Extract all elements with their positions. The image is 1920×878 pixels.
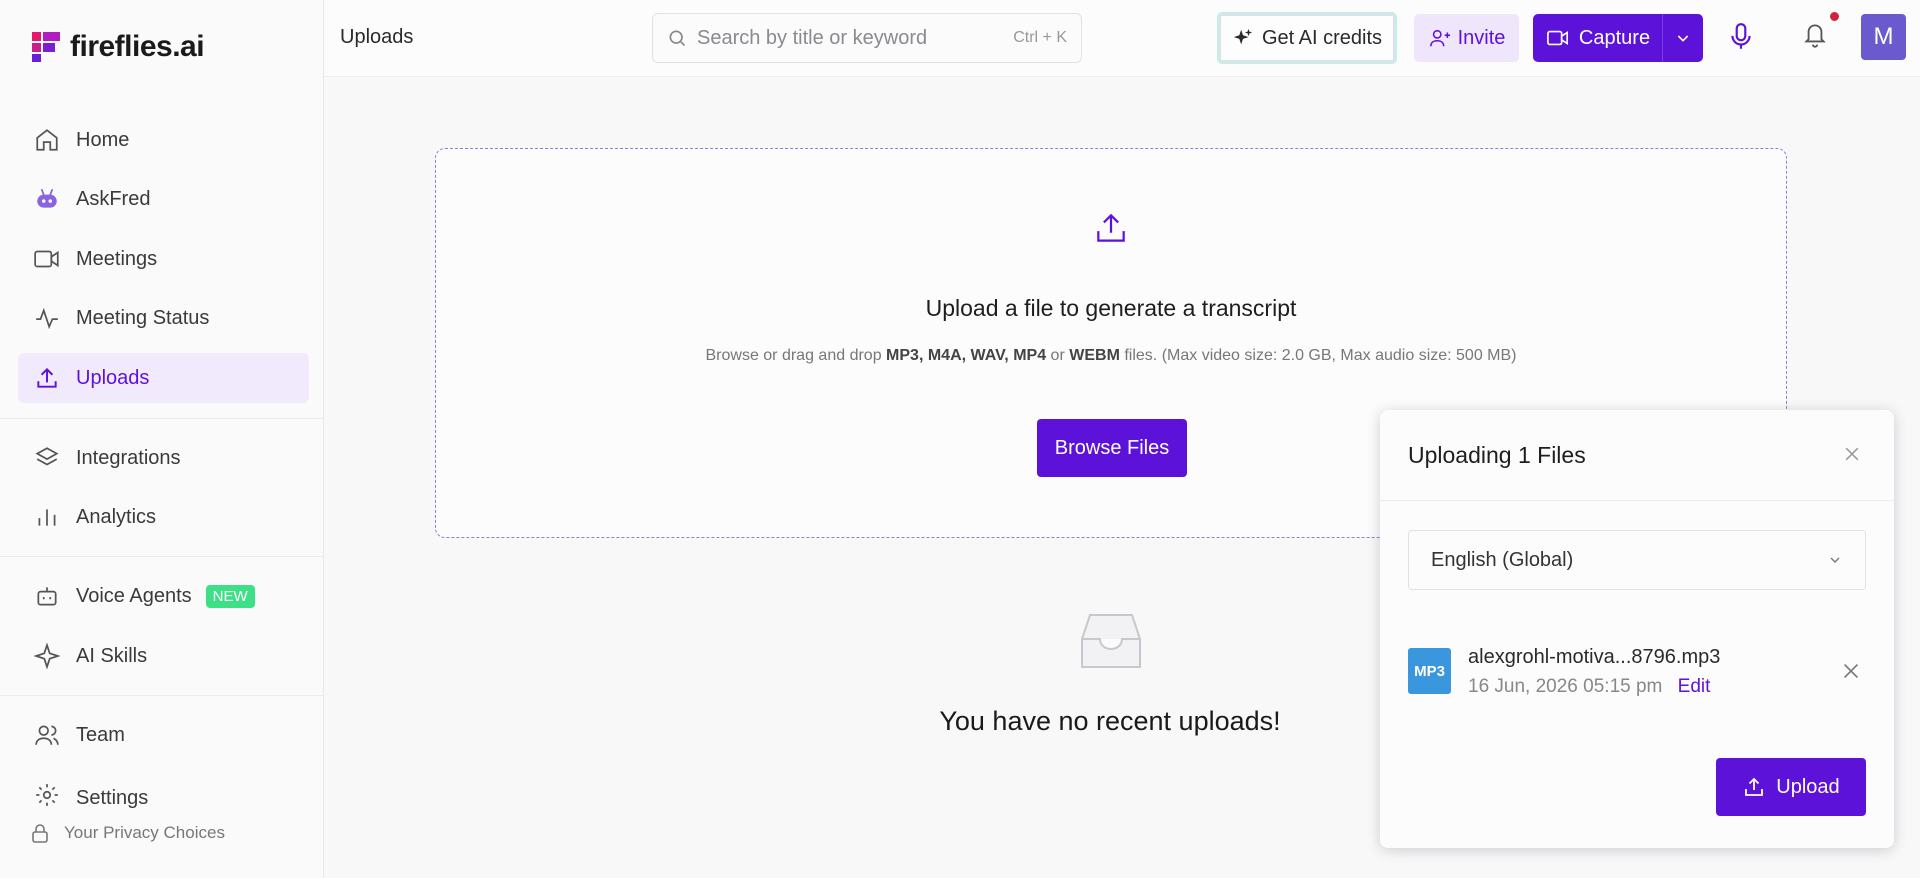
sidebar-item-label: Voice Agents [76,584,192,607]
edit-file-link[interactable]: Edit [1678,676,1711,697]
upload-icon [1092,209,1130,252]
empty-tray-icon [1076,611,1146,676]
dropzone-sub-prefix: Browse or drag and drop [705,347,882,364]
sidebar-item-askfred[interactable]: AskFred [18,174,309,224]
empty-state-text: You have no recent uploads! [939,706,1281,736]
dropzone-formats: MP3, M4A, WAV, MP4 [886,347,1047,364]
browse-files-button[interactable]: Browse Files [1037,419,1187,477]
privacy-choices-link[interactable]: Your Privacy Choices [30,822,225,844]
new-badge: NEW [205,584,255,608]
sidebar-item-home[interactable]: Home [18,115,309,165]
capture-main[interactable]: Capture [1533,14,1663,62]
search-shortcut: Ctrl + K [1013,29,1067,46]
sidebar-divider [0,556,324,557]
sidebar-item-label: Settings [76,787,149,809]
upload-panel: Uploading 1 Files English (Global) MP3 a… [1380,410,1894,848]
close-icon [1845,447,1859,461]
dropzone-title: Upload a file to generate a transcript [925,295,1297,321]
users-icon [32,720,62,750]
sidebar-item-label: AI Skills [76,644,148,667]
capture-button[interactable]: Capture [1533,14,1703,62]
search-placeholder: Search by title or keyword [697,26,928,49]
capture-dropdown[interactable] [1663,30,1703,46]
privacy-label: Your Privacy Choices [64,823,225,842]
sidebar-item-team[interactable]: Team [18,710,309,760]
get-ai-credits-button[interactable]: Get AI credits [1217,12,1397,64]
panel-title: Uploading 1 Files [1408,442,1586,468]
close-icon [1843,663,1859,679]
sidebar-item-meeting-status[interactable]: Meeting Status [18,293,309,343]
user-plus-icon [1429,29,1450,47]
credits-label: Get AI credits [1261,26,1383,49]
dropzone-or: or [1050,347,1065,364]
sidebar-divider [0,418,324,419]
sidebar-item-label: Team [76,723,125,746]
chevron-down-icon [1677,35,1689,42]
search-input[interactable]: Search by title or keyword Ctrl + K [652,13,1082,63]
microphone-button[interactable] [1728,22,1754,57]
file-name: alexgrohl-motiva...8796.mp3 [1468,646,1721,668]
sidebar-item-label: Uploads [76,366,150,389]
file-meta: 16 Jun, 2026 05:15 pm Edit [1468,676,1710,698]
dropzone-format-last: WEBM [1069,347,1120,364]
panel-divider [1380,500,1894,501]
notification-dot [1828,10,1841,23]
upload-button[interactable]: Upload [1716,758,1866,816]
file-date: 16 Jun, 2026 05:15 pm [1468,676,1663,697]
invite-button[interactable]: Invite [1414,14,1519,62]
upload-icon [1745,777,1764,796]
sidebar-item-label: AskFred [76,187,151,210]
sidebar-item-meetings[interactable]: Meetings [18,234,309,284]
language-select[interactable]: English (Global) [1408,530,1866,590]
gear-icon [32,780,62,810]
bot-icon [32,581,62,611]
sidebar-item-label: Home [76,128,130,151]
sidebar-item-label: Meeting Status [76,306,210,329]
home-icon [32,125,62,155]
invite-label: Invite [1457,26,1506,49]
robot-icon [32,184,62,214]
chevron-down-icon [1830,557,1840,563]
sidebar-item-integrations[interactable]: Integrations [18,433,309,483]
brand-name: fireflies.ai [70,30,205,63]
video-icon [32,244,62,274]
avatar[interactable]: M [1861,14,1906,60]
fireflies-logo-icon [32,32,60,62]
file-row: MP3 alexgrohl-motiva...8796.mp3 16 Jun, … [1408,636,1866,702]
upload-icon [32,363,62,393]
layers-icon [32,443,62,473]
language-value: English (Global) [1431,548,1574,571]
activity-icon [32,303,62,333]
sidebar: fireflies.ai Home AskFred Meetings Meeti… [0,0,324,878]
sidebar-item-ai-skills[interactable]: AI Skills [18,631,309,681]
sparkle-icon [1233,28,1253,45]
topbar: Uploads Search by title or keyword Ctrl … [324,0,1920,77]
sidebar-item-voice-agents[interactable]: Voice Agents NEW [18,571,309,621]
remove-file-button[interactable] [1840,660,1862,687]
lock-icon [32,824,48,843]
mp3-file-icon: MP3 [1408,648,1451,694]
microphone-icon [1731,23,1751,49]
bar-chart-icon [32,502,62,532]
page-title: Uploads [340,26,414,48]
sidebar-item-label: Analytics [76,505,157,528]
sidebar-item-label: Integrations [76,446,181,469]
close-panel-button[interactable] [1842,444,1862,469]
dropzone-sub-suffix: files. (Max video size: 2.0 GB, Max audi… [1124,347,1517,364]
sidebar-item-settings[interactable]: Settings [18,770,309,810]
sidebar-item-label: Meetings [76,247,158,270]
upload-label: Upload [1776,775,1840,798]
sparkle-icon [32,641,62,671]
brand-logo[interactable]: fireflies.ai [32,30,205,64]
sidebar-divider [0,695,324,696]
video-icon [1547,30,1568,46]
search-icon [669,30,686,47]
dropzone-subtitle: Browse or drag and drop MP3, M4A, WAV, M… [436,347,1786,365]
capture-label: Capture [1578,26,1651,49]
bell-icon [1804,24,1826,48]
sidebar-item-analytics[interactable]: Analytics [18,492,309,542]
notifications-button[interactable] [1802,20,1828,55]
sidebar-item-uploads[interactable]: Uploads [18,353,309,403]
